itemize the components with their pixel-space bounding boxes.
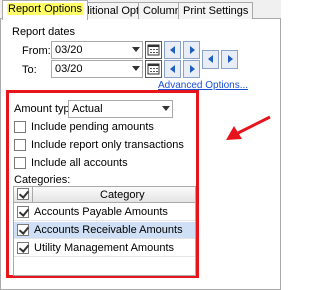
to-calendar-button[interactable] bbox=[145, 60, 162, 78]
tab-report-options[interactable]: Report Options bbox=[2, 0, 88, 20]
tab-bar: Report Options Additional Options Column… bbox=[0, 0, 281, 20]
next-icon bbox=[190, 46, 195, 54]
previous-icon bbox=[170, 65, 175, 73]
category-checkbox[interactable] bbox=[17, 206, 29, 218]
table-row[interactable]: Accounts Receivable Amounts bbox=[14, 222, 195, 239]
include-report-only-transactions-label[interactable]: Include report only transactions bbox=[31, 139, 184, 151]
category-checkbox[interactable] bbox=[17, 242, 29, 254]
from-previous-button[interactable] bbox=[164, 41, 181, 59]
categories-label: Categories: bbox=[14, 174, 71, 186]
include-all-accounts-label[interactable]: Include all accounts bbox=[31, 157, 128, 169]
category-name: Utility Management Amounts bbox=[34, 242, 175, 254]
amount-type-select[interactable]: Actual bbox=[68, 100, 173, 118]
include-pending-amounts-label[interactable]: Include pending amounts bbox=[31, 121, 154, 133]
categories-grid: Category Accounts Payable Amounts Accoun… bbox=[13, 186, 196, 276]
calendar-icon bbox=[147, 44, 160, 56]
tab-print-settings[interactable]: Print Settings bbox=[178, 2, 254, 19]
previous-icon bbox=[170, 46, 175, 54]
select-all-categories-checkbox[interactable] bbox=[17, 188, 29, 200]
report-dates-heading: Report dates bbox=[12, 26, 75, 38]
from-next-button[interactable] bbox=[183, 41, 200, 59]
from-calendar-button[interactable] bbox=[145, 41, 162, 59]
dropdown-arrow-icon bbox=[132, 66, 140, 71]
annotation-arrow bbox=[226, 115, 271, 140]
from-label: From: bbox=[22, 45, 51, 57]
calendar-icon bbox=[147, 63, 160, 75]
next-icon bbox=[190, 65, 195, 73]
category-column-header[interactable]: Category bbox=[100, 189, 145, 201]
previous-icon bbox=[208, 55, 213, 63]
table-row[interactable]: Accounts Payable Amounts bbox=[14, 204, 195, 221]
from-date-select[interactable]: 03/20 bbox=[51, 41, 143, 59]
next-icon bbox=[228, 55, 233, 63]
category-name: Accounts Receivable Amounts bbox=[34, 224, 183, 236]
categories-header: Category bbox=[14, 187, 195, 203]
range-next-button[interactable] bbox=[221, 50, 238, 69]
to-next-button[interactable] bbox=[183, 60, 200, 78]
to-date-select[interactable]: 03/20 bbox=[51, 60, 143, 78]
header-divider bbox=[32, 187, 33, 203]
category-name: Accounts Payable Amounts bbox=[34, 206, 168, 218]
to-label: To: bbox=[22, 64, 37, 76]
to-previous-button[interactable] bbox=[164, 60, 181, 78]
dropdown-arrow-icon bbox=[162, 106, 170, 111]
dropdown-arrow-icon bbox=[132, 47, 140, 52]
category-checkbox[interactable] bbox=[17, 224, 29, 236]
include-all-accounts-checkbox[interactable] bbox=[14, 157, 26, 169]
table-row[interactable]: Utility Management Amounts bbox=[14, 240, 195, 257]
range-previous-button[interactable] bbox=[202, 50, 219, 69]
include-pending-amounts-checkbox[interactable] bbox=[14, 121, 26, 133]
include-report-only-transactions-checkbox[interactable] bbox=[14, 139, 26, 151]
